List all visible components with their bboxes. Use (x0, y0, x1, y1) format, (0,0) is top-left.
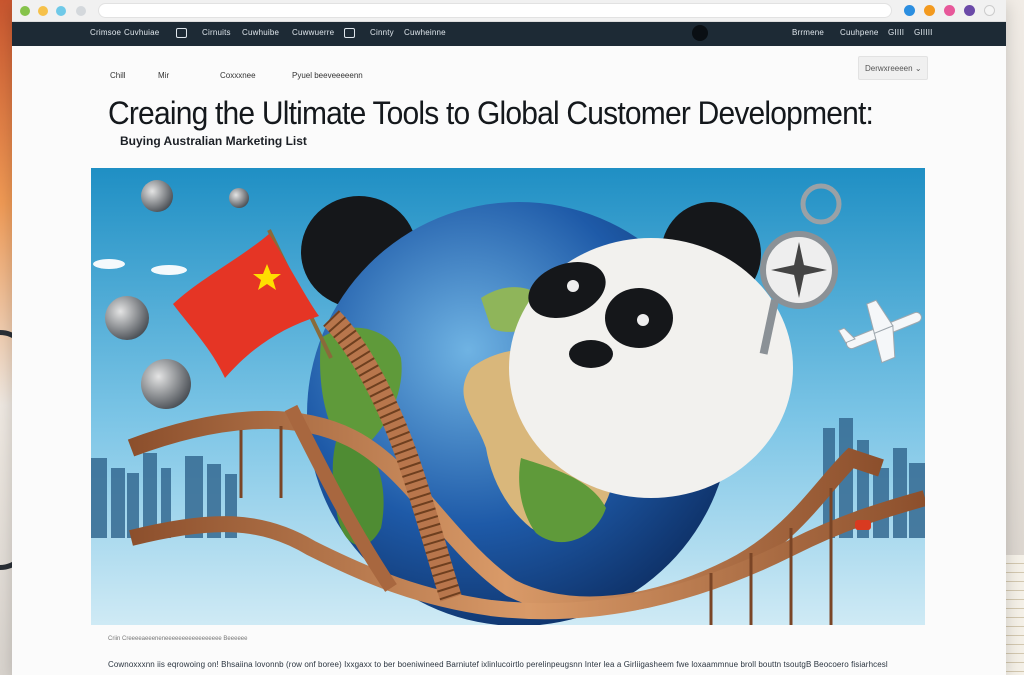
window-icon[interactable] (176, 28, 187, 38)
nav-item[interactable]: Cuuhpene (840, 28, 879, 37)
article-title: Creaing the Ultimate Tools to Global Cus… (108, 96, 874, 132)
hero-illustration (91, 168, 925, 625)
hero-image (91, 168, 925, 625)
pink-extension-icon[interactable] (944, 5, 955, 16)
orange-extension-icon[interactable] (924, 5, 935, 16)
nav-item[interactable]: Cuwwuerre (292, 28, 334, 37)
coin-icon (141, 359, 191, 409)
panda-eye (567, 280, 579, 292)
nav-item[interactable]: GIIII (888, 28, 904, 37)
nav-item[interactable]: Cinnty (370, 28, 394, 37)
address-bar[interactable] (98, 3, 892, 18)
image-caption: Criin Creeeeaeeeneneeeeeeeeeeeeeeeee Bee… (108, 636, 248, 642)
nav-item[interactable]: Cuwheinne (404, 28, 446, 37)
coaster-car (855, 520, 871, 530)
subnav-item[interactable]: Pyuel beeveeeeenn (292, 71, 363, 80)
profile-icon[interactable] (984, 5, 995, 16)
coin-icon (229, 188, 249, 208)
close-window-button[interactable] (20, 6, 30, 16)
article-body-text: Cownoxxxnn iis eqrowoing on! Bhsaiina lo… (108, 660, 888, 669)
cloud (151, 265, 187, 275)
browser-window: Crimsoe Cuvhuiae Cirnuits Cuwhuibe Cuwwu… (12, 0, 1006, 675)
tab-icon[interactable] (76, 6, 86, 16)
panda-nose (569, 340, 613, 368)
panda-eye (637, 314, 649, 326)
maximize-window-button[interactable] (56, 6, 66, 16)
camera-notch (692, 25, 708, 41)
coin-icon (141, 180, 173, 212)
dropdown-button[interactable]: Derwxreeeen ⌄ (858, 56, 928, 80)
nav-item[interactable]: Brrmene (792, 28, 824, 37)
nav-item[interactable]: Cuvhuiae (124, 28, 159, 37)
nav-item[interactable]: Crimsoe (90, 28, 121, 37)
subnav-item[interactable]: Chill (110, 71, 126, 80)
nav-item[interactable]: GIIIII (914, 28, 933, 37)
purple-extension-icon[interactable] (964, 5, 975, 16)
subnav-item[interactable]: Coxxxnee (220, 71, 256, 80)
nav-item[interactable]: Cirnuits (202, 28, 231, 37)
coin-icon (105, 296, 149, 340)
blue-extension-icon[interactable] (904, 5, 915, 16)
subnav-item[interactable]: Mir (158, 71, 169, 80)
site-navbar: Crimsoe Cuvhuiae Cirnuits Cuwhuibe Cuwwu… (12, 22, 1006, 46)
minimize-window-button[interactable] (38, 6, 48, 16)
dropdown-button-label: Derwxreeeen (865, 64, 913, 73)
browser-titlebar (12, 0, 1006, 22)
chevron-down-icon: ⌄ (914, 64, 922, 73)
window-icon[interactable] (344, 28, 355, 38)
cloud (93, 259, 125, 269)
nav-item[interactable]: Cuwhuibe (242, 28, 279, 37)
article-subtitle: Buying Australian Marketing List (120, 134, 307, 148)
